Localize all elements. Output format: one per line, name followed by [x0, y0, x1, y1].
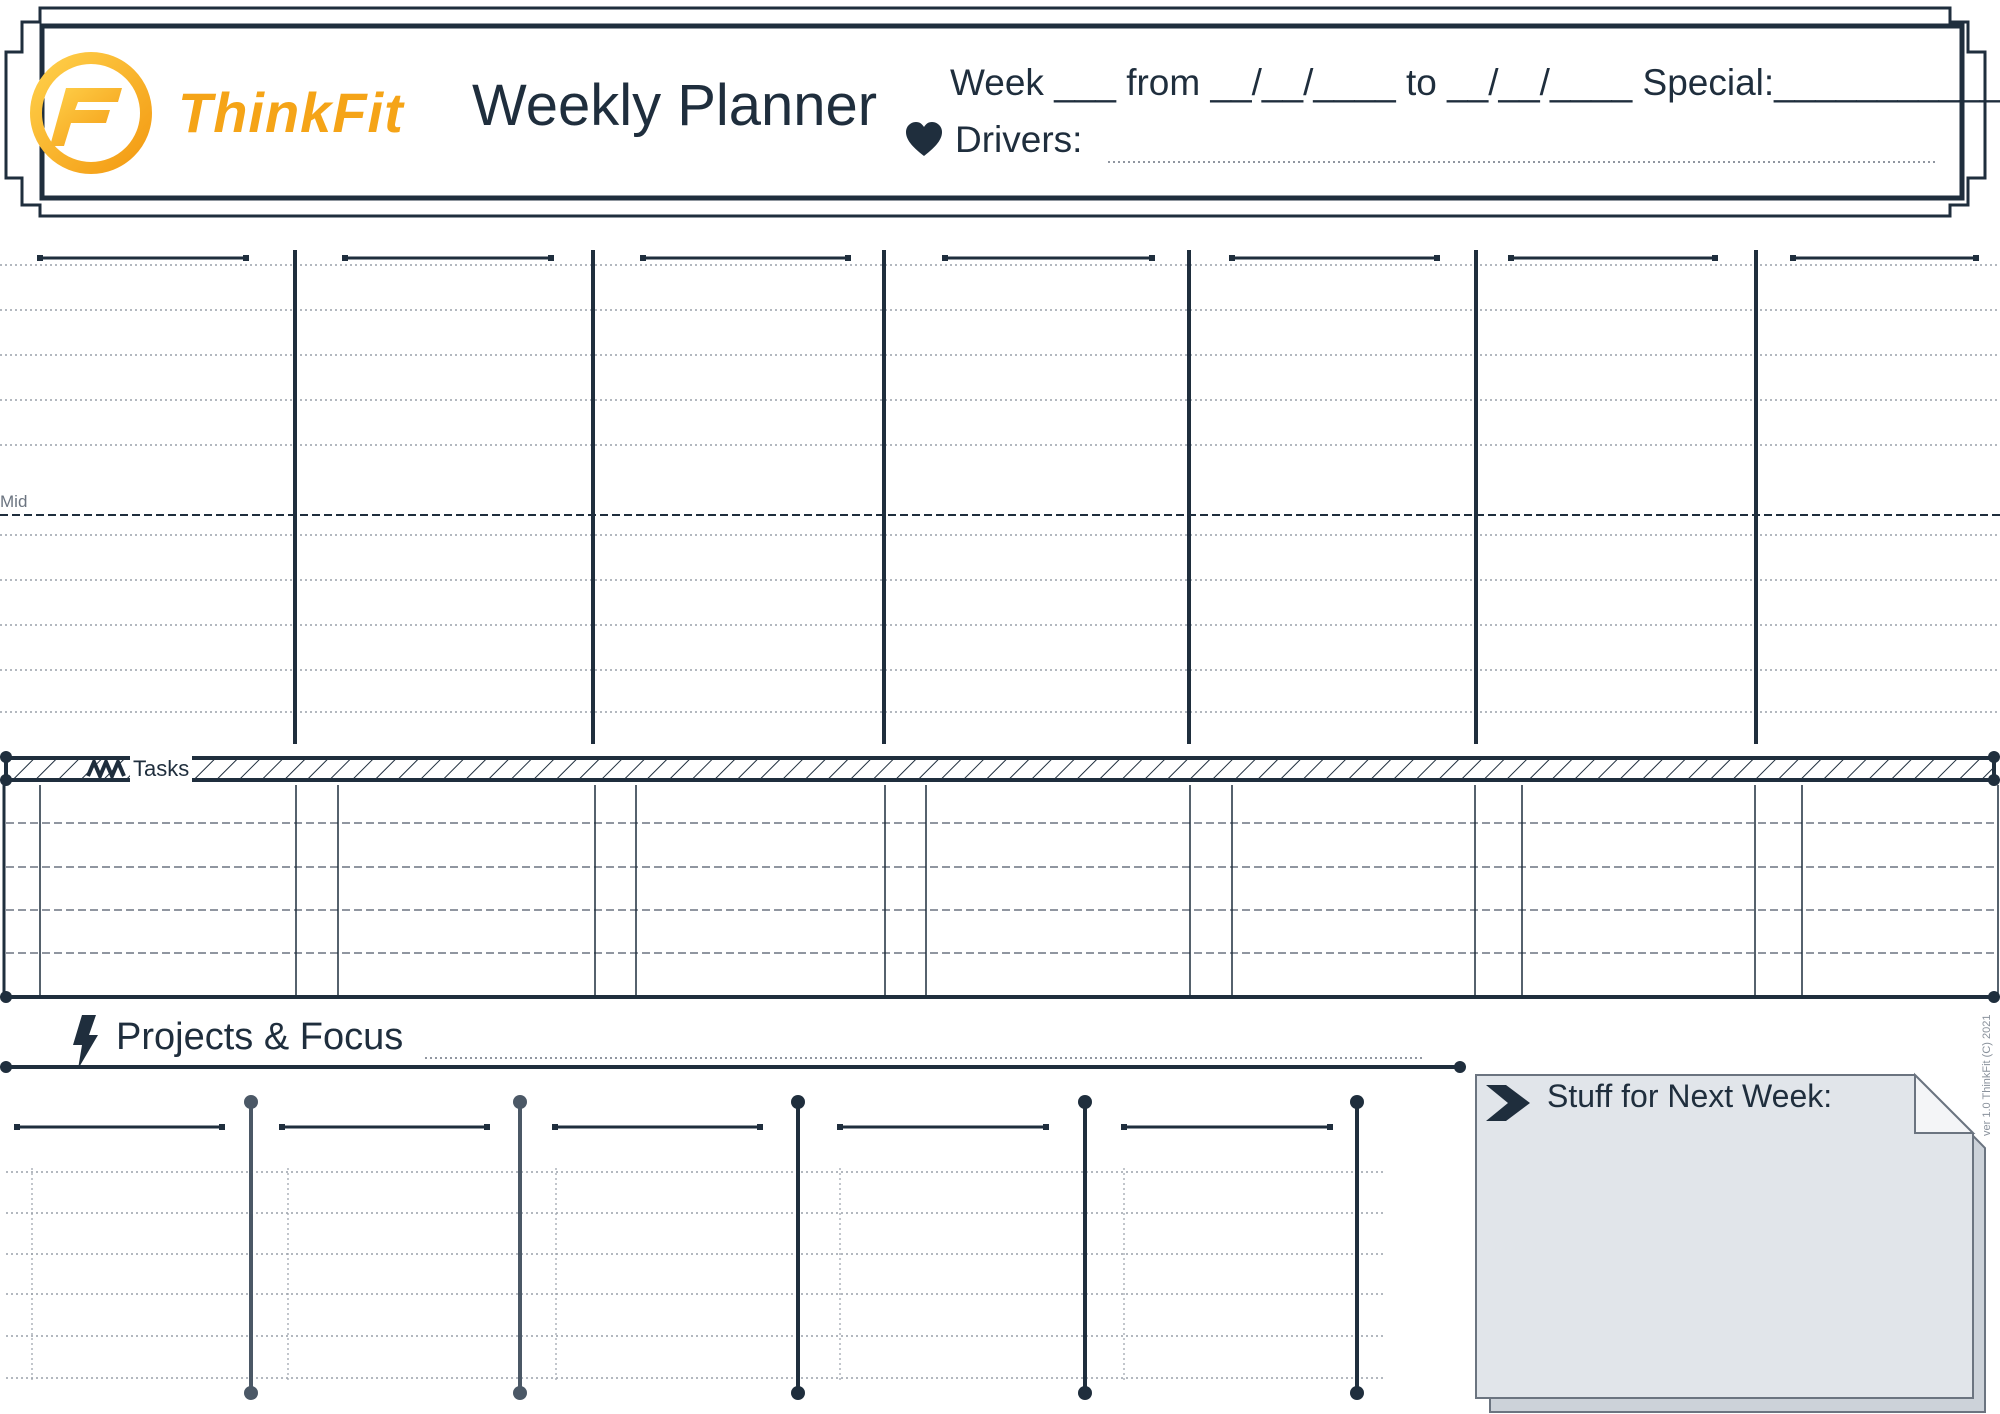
chevron-right-icon [1486, 1085, 1530, 1121]
next-week-label: Stuff for Next Week: [1547, 1078, 1833, 1114]
day-header-endcap [1229, 255, 1235, 261]
project-divider-node [791, 1095, 805, 1109]
project-header-endcap [1043, 1124, 1049, 1130]
mid-label: Mid [0, 492, 28, 511]
tasks-bar-node [1988, 774, 2000, 786]
brand-name: ThinkFit [178, 81, 404, 144]
page-title: Weekly Planner [472, 73, 878, 138]
tasks-bar-node [1988, 751, 2000, 763]
projects-line-node [1454, 1061, 1466, 1073]
project-divider-node [1078, 1386, 1092, 1400]
day-header-endcap [1790, 255, 1796, 261]
projects-line-node [0, 1061, 12, 1073]
planner-grid [0, 6, 2000, 1413]
project-divider-node [1078, 1095, 1092, 1109]
day-header-endcap [37, 255, 43, 261]
project-divider-node [791, 1386, 805, 1400]
day-header-endcap [1712, 255, 1718, 261]
project-divider-node [513, 1386, 527, 1400]
day-header-endcap [548, 255, 554, 261]
project-divider-node [1350, 1386, 1364, 1400]
project-header-endcap [757, 1124, 763, 1130]
heart-icon [906, 122, 942, 156]
project-header-endcap [14, 1124, 20, 1130]
day-header-endcap [942, 255, 948, 261]
tasks-bar-node [0, 751, 12, 763]
zigzag-icon [86, 759, 126, 779]
drivers-label: Drivers: [955, 119, 1083, 160]
project-divider-node [244, 1386, 258, 1400]
day-header-endcap [845, 255, 851, 261]
day-header-endcap [1149, 255, 1155, 261]
day-header-endcap [1434, 255, 1440, 261]
project-divider-node [513, 1095, 527, 1109]
day-header-endcap [342, 255, 348, 261]
logo-icon [30, 52, 152, 174]
project-header-endcap [219, 1124, 225, 1130]
project-header-endcap [1327, 1124, 1333, 1130]
project-header-endcap [1121, 1124, 1127, 1130]
project-header-endcap [837, 1124, 843, 1130]
day-header-endcap [1508, 255, 1514, 261]
week-line: Week ___ from __/__/____ to __/__/____ S… [950, 62, 2000, 103]
project-header-endcap [552, 1124, 558, 1130]
tasks-label: Tasks [130, 756, 193, 782]
day-header-endcap [243, 255, 249, 261]
day-header-endcap [640, 255, 646, 261]
tasks-hatched-bar [4, 756, 1996, 782]
version-footer: ver 1.0 ThinkFit (C) 2021 [1981, 1014, 1993, 1136]
project-divider-node [1350, 1095, 1364, 1109]
project-header-endcap [279, 1124, 285, 1130]
note-folded-corner [1914, 1072, 1976, 1134]
projects-focus-label: Projects & Focus [116, 1016, 404, 1058]
tasks-bar-node [0, 774, 12, 786]
project-header-endcap [484, 1124, 490, 1130]
lightning-icon [73, 1015, 98, 1069]
project-divider-node [244, 1095, 258, 1109]
day-header-endcap [1973, 255, 1979, 261]
note-front-sheet [1475, 1074, 1974, 1399]
tasks-grid-node [0, 991, 12, 1003]
